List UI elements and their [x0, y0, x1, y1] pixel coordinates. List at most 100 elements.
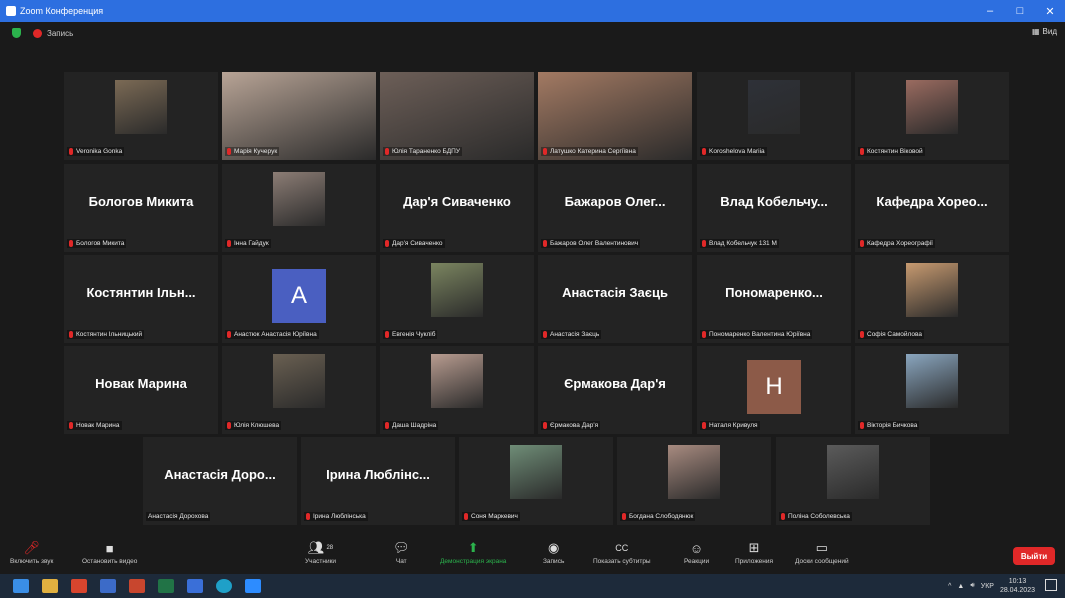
- video-feed: [668, 445, 720, 499]
- participant-tile[interactable]: Бажаров Олег... Бажаров Олег Валентинович: [538, 164, 692, 252]
- mic-muted-icon: 🎤︎: [23, 540, 40, 555]
- participant-label: Бажаров Олег Валентинович: [541, 239, 641, 248]
- apps-button[interactable]: ⊞ Приложения: [735, 538, 773, 565]
- participant-tile[interactable]: Богдана Слободянюк: [617, 437, 771, 525]
- grid-icon: ▦: [1031, 27, 1040, 36]
- chevron-up-icon[interactable]: ^: [948, 583, 951, 590]
- participant-tile[interactable]: Даша Шадріна: [380, 346, 534, 434]
- avatar-initial: H: [747, 360, 801, 414]
- unmute-button[interactable]: 🎤︎ Включить звук: [10, 538, 53, 565]
- participant-tile[interactable]: Юлія Тараненко БДПУ: [380, 72, 534, 160]
- zoom-taskbar-icon[interactable]: [245, 579, 261, 593]
- clock[interactable]: 10:13 28.04.2023: [1000, 577, 1035, 595]
- participant-label: Вікторія Бичкова: [858, 421, 920, 430]
- stop-video-label: Остановить видео: [82, 558, 138, 565]
- record-button[interactable]: ◉ Запись: [543, 538, 564, 565]
- participant-label: Анастюк Анастасія Юріївна: [225, 330, 319, 339]
- participant-label: Софія Самойлова: [858, 330, 924, 339]
- reactions-label: Реакции: [684, 558, 710, 565]
- mic-muted-icon: [69, 240, 73, 247]
- participant-display-name: Кафедра Хорео...: [876, 194, 988, 209]
- mic-muted-icon: [543, 422, 547, 429]
- meeting-toolbar: 🎤︎ Включить звук ■ Остановить видео 👥︎ 28…: [0, 534, 1065, 574]
- participants-button[interactable]: 👥︎ 28 Участники: [305, 538, 336, 565]
- whiteboard-icon: ▭: [815, 540, 828, 555]
- participant-tile[interactable]: Евгенія Чукліб: [380, 255, 534, 343]
- participant-label: Богдана Слободянюк: [620, 512, 696, 521]
- participant-label: Юлія Тараненко БДПУ: [383, 147, 462, 156]
- participant-tile[interactable]: Кафедра Хорео... Кафедра Хореографії: [855, 164, 1009, 252]
- participant-tile[interactable]: Марія Кучерук: [222, 72, 376, 160]
- leave-button[interactable]: Выйти: [1013, 547, 1055, 565]
- network-icon[interactable]: ▲: [957, 583, 964, 590]
- share-screen-button[interactable]: ⬆ Демонстрация экрана: [440, 538, 506, 565]
- captions-button[interactable]: CC Показать субтитры: [593, 538, 651, 565]
- participant-tile[interactable]: Veronika Gonka: [64, 72, 218, 160]
- mic-muted-icon: [385, 240, 389, 247]
- participant-label: Латушко Катерина Сергіївна: [541, 147, 638, 156]
- participant-tile[interactable]: Бологов Микита Бологов Микита: [64, 164, 218, 252]
- participant-tile[interactable]: Єрмакова Дар'я Єрмакова Дар'я: [538, 346, 692, 434]
- participant-label: Анастасія Дорохова: [146, 512, 211, 521]
- app-icon-3[interactable]: [187, 579, 203, 593]
- participant-tile[interactable]: A Анастюк Анастасія Юріївна: [222, 255, 376, 343]
- app-icon-2[interactable]: [129, 579, 145, 593]
- edge-icon[interactable]: [216, 579, 232, 593]
- minimize-button[interactable]: –: [975, 0, 1005, 22]
- share-screen-label: Демонстрация экрана: [440, 558, 507, 565]
- participant-tile[interactable]: Софія Самойлова: [855, 255, 1009, 343]
- participant-name: Поліна Соболевська: [788, 513, 850, 520]
- participant-tile[interactable]: H Наталя Кривуля: [697, 346, 851, 434]
- mic-muted-icon: [622, 513, 626, 520]
- apps-label: Приложения: [735, 558, 774, 565]
- participant-label: Koroshelova Mariia: [700, 147, 767, 156]
- participant-tile[interactable]: Юлія Клюшева: [222, 346, 376, 434]
- excel-icon[interactable]: [158, 579, 174, 593]
- participant-tile[interactable]: Koroshelova Mariia: [697, 72, 851, 160]
- participant-display-name: Бажаров Олег...: [564, 194, 666, 209]
- whiteboards-button[interactable]: ▭ Доски сообщений: [795, 538, 849, 565]
- office-icon[interactable]: [71, 579, 87, 593]
- clock-time: 10:13: [1008, 578, 1027, 585]
- windows-start-icon[interactable]: [13, 579, 29, 593]
- participant-tile[interactable]: Новак Марина Новак Марина: [64, 346, 218, 434]
- reactions-button[interactable]: ☺ Реакции: [684, 538, 710, 566]
- language-indicator[interactable]: УКР: [981, 583, 994, 590]
- stop-video-button[interactable]: ■ Остановить видео: [82, 538, 138, 566]
- view-button[interactable]: ▦ Вид: [1032, 27, 1057, 36]
- video-feed: [510, 445, 562, 499]
- volume-icon[interactable]: 🔊︎: [970, 582, 974, 590]
- video-feed: [906, 263, 958, 317]
- participant-display-name: Анастасія Заєць: [562, 285, 668, 300]
- shield-icon[interactable]: [12, 28, 21, 38]
- mic-muted-icon: [702, 240, 706, 247]
- participant-tile[interactable]: Інна Гайдук: [222, 164, 376, 252]
- participant-tile[interactable]: Ірина Люблінс... Ірина Люблінська: [301, 437, 455, 525]
- participant-tile[interactable]: Анастасія Заєць Анастасія Заєць: [538, 255, 692, 343]
- maximize-button[interactable]: □: [1005, 0, 1035, 22]
- participant-tile[interactable]: Костянтин Віковой: [855, 72, 1009, 160]
- participant-tile[interactable]: Анастасія Доро... Анастасія Дорохова: [143, 437, 297, 525]
- participant-tile[interactable]: Латушко Катерина Сергіївна: [538, 72, 692, 160]
- file-explorer-icon[interactable]: [42, 579, 58, 593]
- participant-tile[interactable]: Поліна Соболевська: [776, 437, 930, 525]
- recording-label[interactable]: Запись: [47, 29, 73, 38]
- participant-tile[interactable]: Вікторія Бичкова: [855, 346, 1009, 434]
- participant-tile[interactable]: Дар'я Сиваченко Дар'я Сиваченко: [380, 164, 534, 252]
- participant-tile[interactable]: Пономаренко... Пономаренко Валентина Юрії…: [697, 255, 851, 343]
- close-button[interactable]: ✕: [1035, 0, 1065, 22]
- video-feed: [906, 354, 958, 408]
- app-icon-1[interactable]: [100, 579, 116, 593]
- participant-tile[interactable]: Соня Маркевич: [459, 437, 613, 525]
- participant-tile[interactable]: Костянтин Ільн... Костянтин Ільницький: [64, 255, 218, 343]
- gallery-view: Veronika Gonka Марія Кучерук Юлія Тараненк…: [0, 44, 1065, 534]
- mic-muted-icon: [227, 240, 231, 247]
- participant-display-name: Єрмакова Дар'я: [564, 376, 666, 391]
- participant-label: Анастасія Заєць: [541, 330, 602, 339]
- chat-button[interactable]: 💬︎ Чат: [393, 538, 410, 565]
- notifications-icon[interactable]: [1045, 579, 1057, 591]
- captions-label: Показать субтитры: [593, 558, 651, 565]
- participant-tile[interactable]: Влад Кобельчу... Влад Кобельчук 131 М: [697, 164, 851, 252]
- mic-muted-icon: [69, 422, 73, 429]
- record-icon: ◉: [547, 540, 560, 555]
